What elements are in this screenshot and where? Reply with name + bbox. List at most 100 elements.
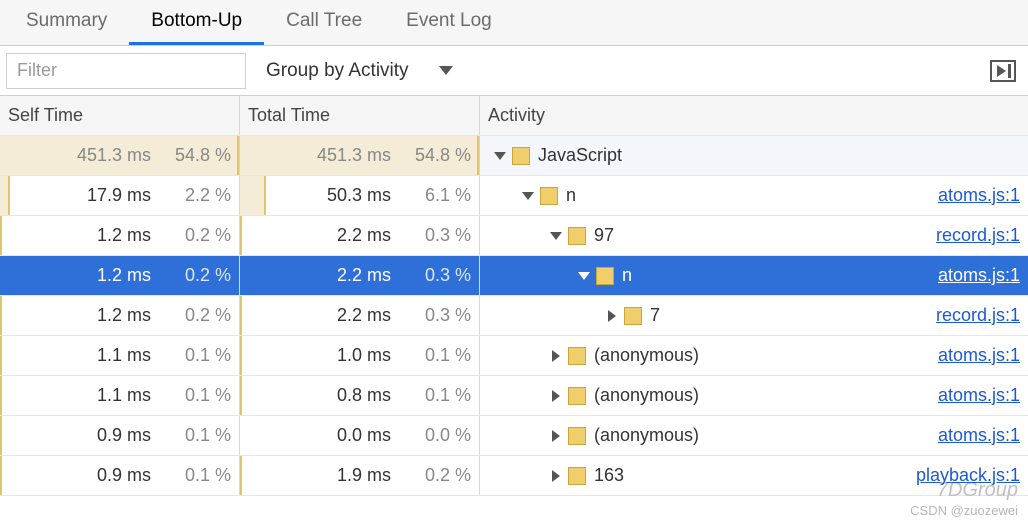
self-time-value: 1.2 ms (55, 225, 163, 246)
self-time-value: 451.3 ms (55, 145, 163, 166)
source-link[interactable]: playback.js:1 (916, 465, 1020, 486)
total-time-value: 1.0 ms (295, 345, 403, 366)
category-swatch-icon (568, 347, 586, 365)
total-time-value: 451.3 ms (295, 145, 403, 166)
cell-self-time: 17.9 ms2.2 % (0, 176, 240, 215)
filter-input[interactable] (6, 53, 246, 89)
tab-bottom-up[interactable]: Bottom-Up (129, 0, 264, 45)
cell-self-time: 1.2 ms0.2 % (0, 256, 240, 295)
table-row[interactable]: 0.9 ms0.1 %1.9 ms0.2 %163playback.js:1 (0, 456, 1028, 496)
category-swatch-icon (568, 467, 586, 485)
tab-call-tree[interactable]: Call Tree (264, 0, 384, 45)
cell-total-time: 2.2 ms0.3 % (240, 216, 480, 255)
table-row[interactable]: 0.9 ms0.1 %0.0 ms0.0 % (anonymous) atoms.j… (0, 416, 1028, 456)
tab-summary[interactable]: Summary (4, 0, 129, 45)
total-time-value: 0.8 ms (295, 385, 403, 406)
cell-activity: 7 record.js:1 (480, 296, 1028, 335)
chevron-right-icon[interactable] (552, 430, 560, 442)
self-time-value: 1.1 ms (55, 385, 163, 406)
activity-label: (anonymous) (594, 425, 699, 446)
cell-self-time: 451.3 ms54.8 % (0, 136, 240, 175)
activity-label: 7 (650, 305, 660, 326)
tab-bar: Summary Bottom-Up Call Tree Event Log (0, 0, 1028, 46)
total-pct-value: 0.3 % (403, 305, 471, 326)
self-time-value: 17.9 ms (55, 185, 163, 206)
chevron-down-icon[interactable] (550, 232, 562, 240)
activity-label: (anonymous) (594, 385, 699, 406)
category-swatch-icon (624, 307, 642, 325)
total-time-value: 1.9 ms (295, 465, 403, 486)
source-link[interactable]: record.js:1 (936, 305, 1020, 326)
total-pct-value: 0.1 % (403, 345, 471, 366)
chevron-right-icon[interactable] (608, 310, 616, 322)
header-total-time[interactable]: Total Time (240, 96, 480, 135)
self-pct-value: 0.1 % (163, 345, 231, 366)
source-link[interactable]: atoms.js:1 (938, 385, 1020, 406)
activity-label: (anonymous) (594, 345, 699, 366)
self-time-value: 1.2 ms (55, 305, 163, 326)
total-pct-value: 0.3 % (403, 225, 471, 246)
total-pct-value: 54.8 % (403, 145, 471, 166)
toolbar: Group by Activity (0, 46, 1028, 96)
cell-total-time: 0.0 ms0.0 % (240, 416, 480, 455)
self-time-value: 1.1 ms (55, 345, 163, 366)
cell-total-time: 1.0 ms0.1 % (240, 336, 480, 375)
source-link[interactable]: record.js:1 (936, 225, 1020, 246)
table-row[interactable]: 1.2 ms0.2 %2.2 ms0.3 %7record.js:1 (0, 296, 1028, 336)
cell-self-time: 1.1 ms0.1 % (0, 336, 240, 375)
category-swatch-icon (568, 427, 586, 445)
category-swatch-icon (540, 187, 558, 205)
table-row[interactable]: 1.1 ms0.1 %1.0 ms0.1 %(anonymous)atoms.j… (0, 336, 1028, 376)
chevron-right-icon[interactable] (552, 350, 560, 362)
activity-label: 163 (594, 465, 624, 486)
cell-self-time: 1.2 ms0.2 % (0, 296, 240, 335)
activity-label: n (566, 185, 576, 206)
source-link[interactable]: atoms.js:1 (938, 345, 1020, 366)
chevron-down-icon[interactable] (578, 272, 590, 280)
source-link[interactable]: atoms.js:1 (938, 265, 1020, 286)
header-activity[interactable]: Activity (480, 96, 1028, 135)
chevron-down-icon[interactable] (494, 152, 506, 160)
tab-event-log[interactable]: Event Log (384, 0, 514, 45)
cell-activity: (anonymous) atoms.js:1 (480, 376, 1028, 415)
cell-self-time: 0.9 ms0.1 % (0, 416, 240, 455)
self-pct-value: 0.2 % (163, 225, 231, 246)
self-pct-value: 0.1 % (163, 425, 231, 446)
cell-activity: JavaScript (480, 136, 1028, 175)
cell-self-time: 0.9 ms0.1 % (0, 456, 240, 495)
table-row[interactable]: 1.2 ms0.2 % 2.2 ms0.3 % 97 record.js:1 (0, 216, 1028, 256)
cell-activity: (anonymous) atoms.js:1 (480, 416, 1028, 455)
table-row[interactable]: 1.1 ms0.1 %0.8 ms0.1 % (anonymous) atoms.j… (0, 376, 1028, 416)
self-pct-value: 0.2 % (163, 265, 231, 286)
source-link[interactable]: atoms.js:1 (938, 185, 1020, 206)
chevron-right-icon[interactable] (552, 470, 560, 482)
category-swatch-icon (512, 147, 530, 165)
category-swatch-icon (568, 227, 586, 245)
play-next-icon[interactable] (990, 60, 1016, 82)
total-time-value: 2.2 ms (295, 225, 403, 246)
self-time-value: 0.9 ms (55, 465, 163, 486)
cell-activity: natoms.js:1 (480, 256, 1028, 295)
table-row[interactable]: 17.9 ms2.2 %50.3 ms6.1 %natoms.js:1 (0, 176, 1028, 216)
activity-label: 97 (594, 225, 614, 246)
source-link[interactable]: atoms.js:1 (938, 425, 1020, 446)
chevron-right-icon[interactable] (552, 390, 560, 402)
header-self-time[interactable]: Self Time (0, 96, 240, 135)
table-row[interactable]: 451.3 ms54.8 %451.3 ms54.8 %JavaScript (0, 136, 1028, 176)
self-pct-value: 0.1 % (163, 465, 231, 486)
group-by-select[interactable]: Group by Activity (254, 56, 465, 86)
cell-activity: 97 record.js:1 (480, 216, 1028, 255)
total-time-value: 50.3 ms (295, 185, 403, 206)
table-row[interactable]: 1.2 ms0.2 %2.2 ms0.3 %natoms.js:1 (0, 256, 1028, 296)
cell-total-time: 1.9 ms0.2 % (240, 456, 480, 495)
cell-total-time: 2.2 ms0.3 % (240, 296, 480, 335)
cell-self-time: 1.1 ms0.1 % (0, 376, 240, 415)
self-time-value: 1.2 ms (55, 265, 163, 286)
self-pct-value: 54.8 % (163, 145, 231, 166)
chevron-down-icon[interactable] (522, 192, 534, 200)
cell-total-time: 0.8 ms0.1 % (240, 376, 480, 415)
total-time-value: 2.2 ms (295, 265, 403, 286)
cell-activity: 163 playback.js:1 (480, 456, 1028, 495)
total-time-value: 2.2 ms (295, 305, 403, 326)
category-swatch-icon (596, 267, 614, 285)
